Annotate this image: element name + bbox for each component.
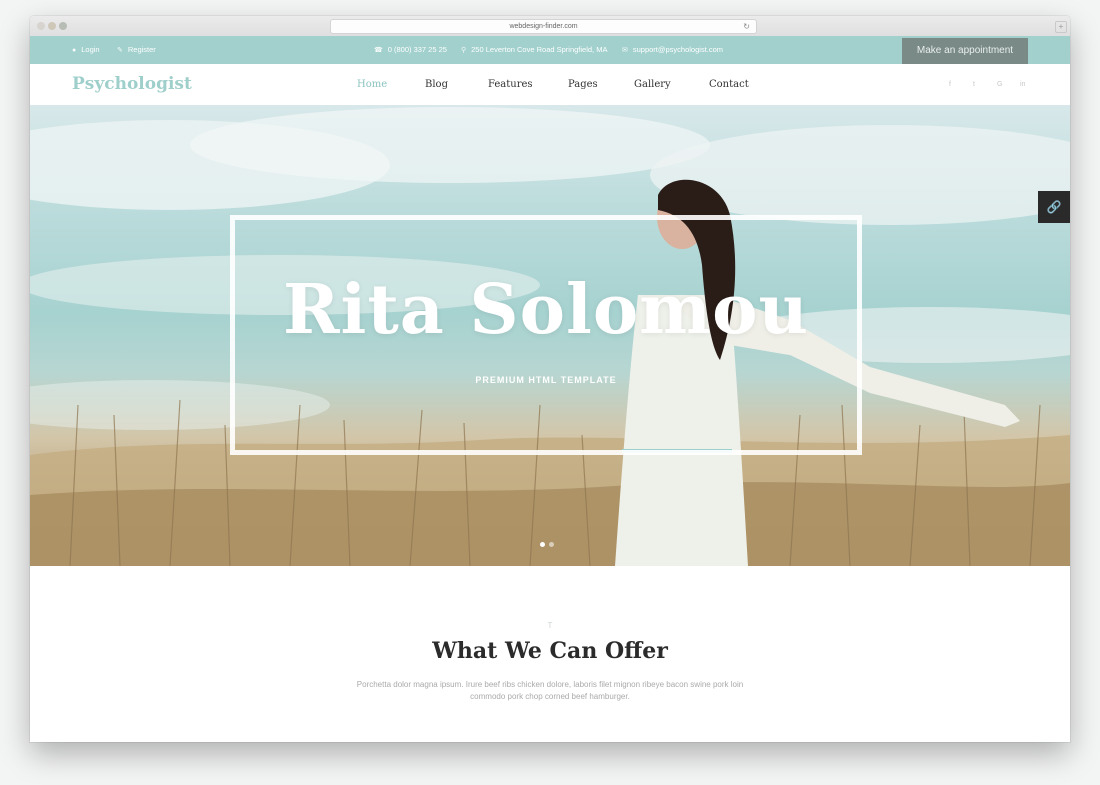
login-link[interactable]: ● Login [72, 36, 100, 64]
new-tab-icon[interactable]: + [1055, 21, 1067, 33]
nav-home[interactable]: Home [357, 64, 387, 105]
main-navbar: Psychologist Home Blog Features Pages Ga… [30, 64, 1070, 106]
twitter-icon[interactable]: t [973, 64, 975, 105]
section-mark: T [547, 621, 553, 630]
address-bar[interactable]: webdesign-finder.com ↻ [330, 19, 757, 34]
close-window-dot[interactable] [37, 22, 45, 30]
phone-info: ☎ 0 (800) 337 25 25 [374, 36, 447, 64]
email-text: support@psychologist.com [632, 45, 724, 54]
linkedin-icon[interactable]: in [1020, 64, 1025, 105]
nav-contact[interactable]: Contact [709, 64, 749, 105]
maximize-window-dot[interactable] [59, 22, 67, 30]
nav-blog[interactable]: Blog [425, 64, 448, 105]
google-icon[interactable]: G [997, 64, 1002, 105]
section-text: Porchetta dolor magna ipsum. Irure beef … [356, 680, 744, 701]
link-icon[interactable]: 🔗 [1038, 191, 1070, 223]
hero-subtitle: PREMIUM HTML TEMPLATE [475, 375, 617, 385]
reload-icon[interactable]: ↻ [743, 20, 750, 33]
address-info: ⚲ 250 Leverton Cove Road Springfield, MA [461, 36, 607, 64]
site-logo[interactable]: Psychologist [72, 64, 192, 105]
minimize-window-dot[interactable] [48, 22, 56, 30]
register-link[interactable]: ✎ Register [117, 36, 156, 64]
browser-chrome: webdesign-finder.com ↻ + [30, 16, 1070, 37]
pen-icon: ✎ [117, 47, 123, 54]
nav-gallery[interactable]: Gallery [634, 64, 671, 105]
phone-icon: ☎ [374, 47, 383, 54]
slider-dot[interactable] [549, 542, 554, 547]
map-pin-icon: ⚲ [461, 47, 467, 54]
offer-section: T What We Can Offer Porchetta dolor magn… [30, 566, 1070, 742]
top-info-bar: ● Login ✎ Register ☎ 0 (800) 337 25 25 ⚲ 250… [30, 36, 1070, 64]
section-title: What We Can Offer [432, 638, 668, 664]
nav-features[interactable]: Features [488, 64, 533, 105]
address-bar-url: webdesign-finder.com [509, 23, 578, 30]
hero-slider: Rita Solomou PREMIUM HTML TEMPLATE 🔗 [30, 105, 1070, 566]
slider-dot[interactable] [540, 542, 545, 547]
user-icon: ● [72, 47, 77, 54]
nav-pages[interactable]: Pages [568, 64, 598, 105]
login-label: Login [81, 45, 100, 54]
slider-pagination [538, 534, 556, 552]
phone-text: 0 (800) 337 25 25 [387, 45, 447, 54]
email-info[interactable]: ✉ support@psychologist.com [622, 36, 723, 64]
address-text: 250 Leverton Cove Road Springfield, MA [471, 45, 608, 54]
hero-title: Rita Solomou [283, 270, 809, 350]
browser-window: webdesign-finder.com ↻ + ● Login ✎ Registe… [30, 16, 1070, 742]
make-appointment-button[interactable]: Make an appointment [902, 38, 1028, 64]
register-label: Register [127, 45, 156, 54]
envelope-icon: ✉ [622, 47, 628, 54]
facebook-icon[interactable]: f [949, 64, 951, 105]
